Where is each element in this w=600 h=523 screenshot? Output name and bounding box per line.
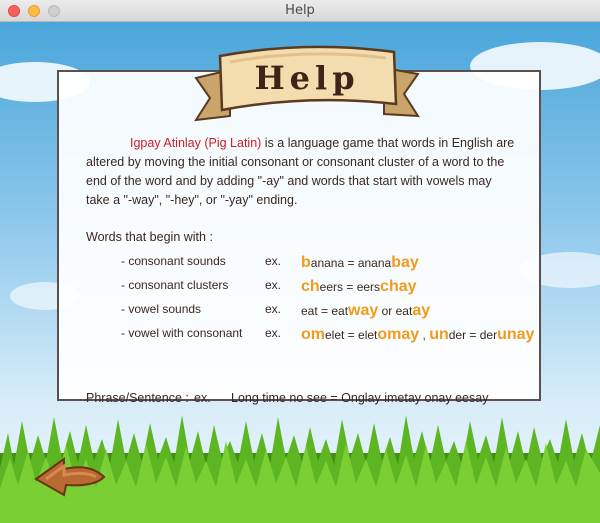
example-highlight: ch: [301, 278, 320, 295]
example-highlight: un: [429, 326, 449, 343]
phrase-label: Phrase/Sentence :: [86, 391, 189, 405]
app-window: Help Igpay Atinlay (Pig Latin) is a lang…: [0, 0, 600, 523]
example-text: anana = anana: [310, 256, 392, 270]
example-label: - vowel with consonant: [121, 326, 243, 340]
example-label: - vowel sounds: [121, 302, 202, 316]
example-value: omelet = eletomay , under = derunay: [301, 326, 534, 344]
example-ex: ex.: [265, 302, 282, 316]
example-text: der = der: [448, 328, 498, 342]
example-ex: ex.: [265, 326, 282, 340]
example-highlight: b: [301, 254, 311, 271]
example-ex: ex.: [265, 254, 282, 268]
example-label: - consonant sounds: [121, 254, 226, 268]
example-highlight: way: [348, 302, 379, 319]
example-text: ,: [419, 328, 430, 342]
title-bar: Help: [0, 0, 600, 22]
words-heading: Words that begin with :: [86, 230, 213, 244]
phrase-ex: ex.: [194, 391, 211, 405]
banner-title: Help: [254, 59, 360, 97]
phrase-text: Long time no see = Onglay imetay onay ee…: [231, 391, 489, 405]
back-arrow-button[interactable]: [30, 453, 110, 498]
example-highlight: ay: [412, 302, 431, 319]
example-ex: ex.: [265, 278, 282, 292]
example-label: - consonant clusters: [121, 278, 229, 292]
example-text: eat = eat: [301, 304, 349, 318]
example-highlight: chay: [380, 278, 417, 295]
example-value: eat = eatway or eatay: [301, 302, 430, 320]
example-highlight: unay: [497, 326, 535, 343]
intro-paragraph: Igpay Atinlay (Pig Latin) is a language …: [86, 134, 518, 210]
example-text: elet = elet: [325, 328, 378, 342]
example-text: eers = eers: [319, 280, 381, 294]
example-value: banana = ananabay: [301, 254, 419, 272]
example-highlight: bay: [391, 254, 419, 271]
example-highlight: omay: [377, 326, 420, 343]
example-highlight: om: [301, 326, 325, 343]
intro-highlight: Igpay Atinlay (Pig Latin): [130, 136, 262, 150]
window-title: Help: [285, 3, 315, 18]
example-text: or eat: [378, 304, 413, 318]
example-value: cheers = eerschay: [301, 278, 417, 296]
